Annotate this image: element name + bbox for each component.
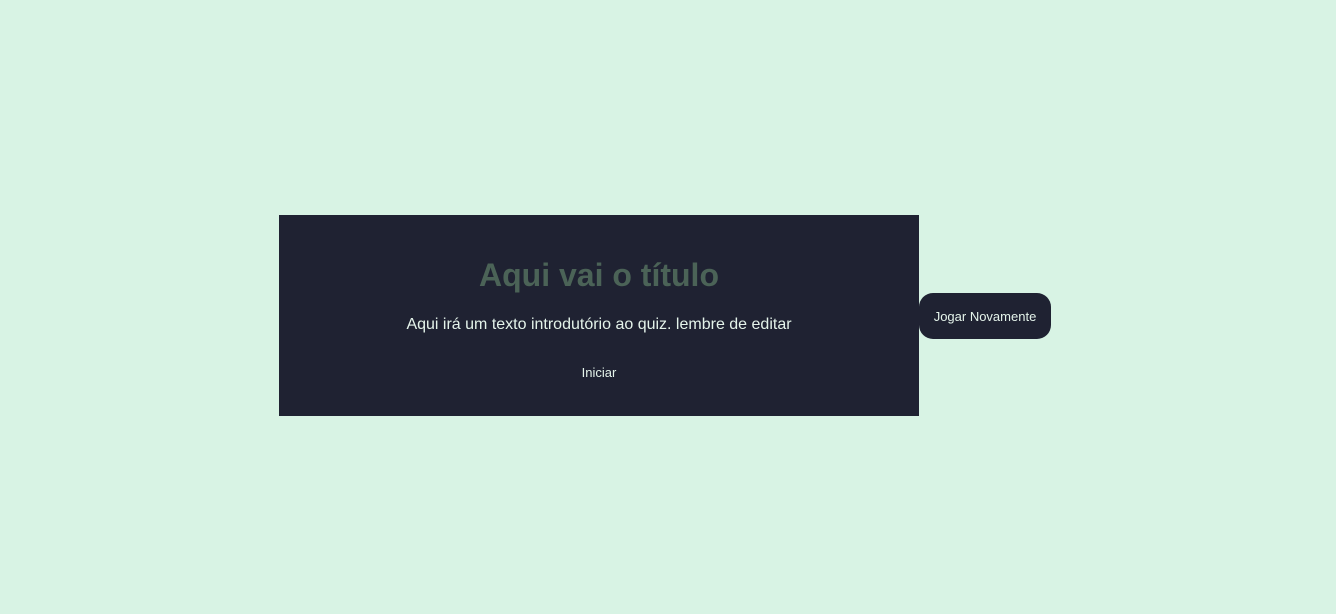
quiz-intro-card: Aqui vai o título Aqui irá um texto intr… xyxy=(279,215,919,416)
page: Aqui vai o título Aqui irá um texto intr… xyxy=(0,0,1336,614)
quiz-intro-text: Aqui irá um texto introdutório ao quiz. … xyxy=(406,316,792,333)
play-again-button[interactable]: Jogar Novamente xyxy=(919,293,1051,339)
quiz-title: Aqui vai o título xyxy=(479,257,719,293)
start-button[interactable]: Iniciar xyxy=(576,364,623,382)
